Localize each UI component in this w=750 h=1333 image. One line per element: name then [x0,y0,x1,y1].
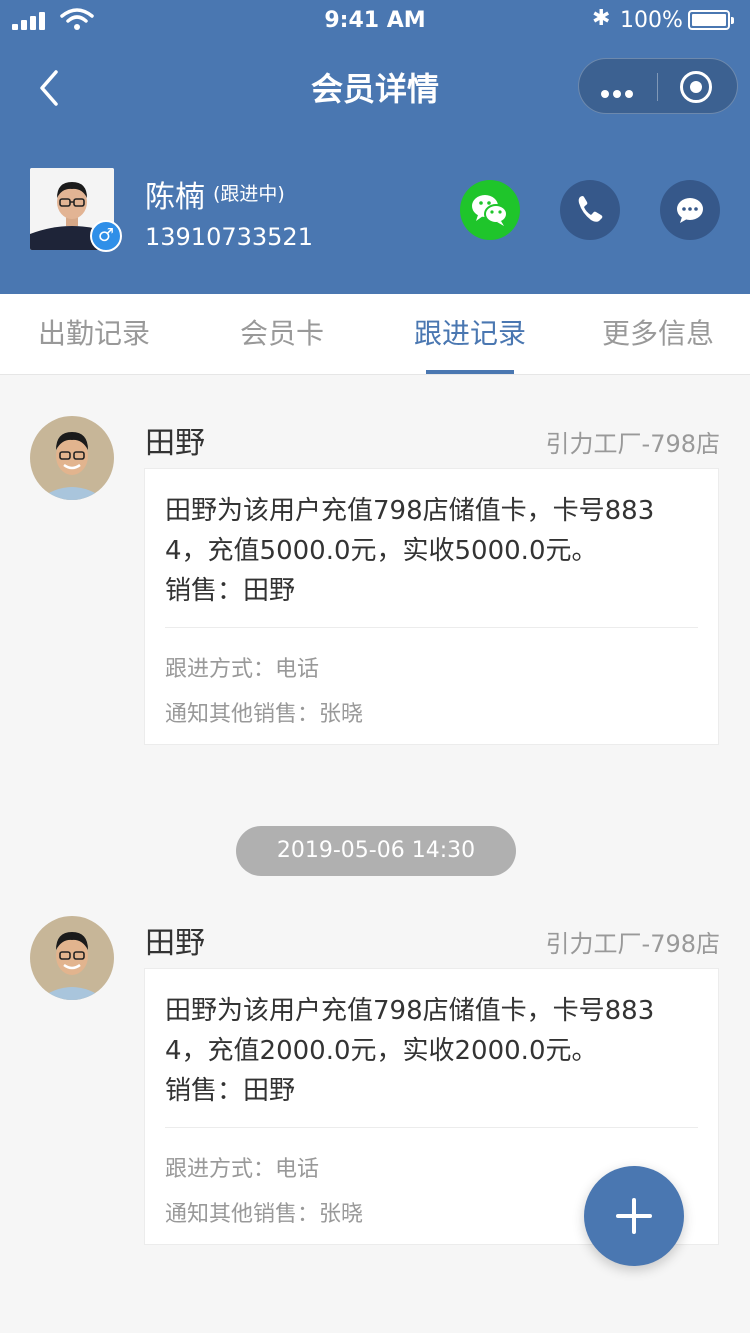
tab-attendance[interactable]: 出勤记录 [0,294,188,374]
tab-bar: 出勤记录 会员卡 跟进记录 更多信息 [0,294,750,375]
wechat-icon [472,195,508,226]
member-phone: 13910733521 [145,223,313,251]
bluetooth-icon: ✱ [592,6,611,31]
record-store: 引力工厂-798店 [545,930,720,958]
record-notify: 通知其他销售：张晓 [165,702,364,727]
message-icon [677,198,703,223]
member-name: 陈楠 [145,180,205,215]
male-icon: ♂ [90,220,122,252]
capsule-divider [657,73,658,101]
record-method: 跟进方式：电话 [165,657,320,682]
record-method: 跟进方式：电话 [165,1157,320,1182]
mini-program-capsule [578,58,738,114]
target-icon[interactable] [680,71,712,103]
record-store: 引力工厂-798店 [545,430,720,458]
card-divider [165,627,698,628]
avatar [30,416,114,500]
add-record-button[interactable] [584,1166,684,1266]
record-content-line: 销售：田野 [165,576,296,606]
battery-percent: 100% [620,8,683,33]
status-bar: 9:41 AM ✱ 100% [0,0,750,40]
more-dots-icon[interactable] [601,83,637,102]
message-button[interactable] [660,180,720,240]
battery-icon [688,10,734,30]
record-card: 田野为该用户充值798店储值卡，卡号883 4，充值5000.0元，实收5000… [144,468,719,745]
record-content-line: 田野为该用户充值798店储值卡，卡号883 [165,996,655,1026]
record-content: 田野为该用户充值798店储值卡，卡号883 4，充值2000.0元，实收2000… [165,991,695,1111]
tab-indicator [426,370,514,374]
card-divider [165,1127,698,1128]
phone-button[interactable] [560,180,620,240]
record-author: 田野 [145,926,205,961]
record-content-line: 田野为该用户充值798店储值卡，卡号883 [165,496,655,526]
date-separator: 2019-05-06 14:30 [236,826,516,876]
record-author: 田野 [145,426,205,461]
record-notify: 通知其他销售：张晓 [165,1202,364,1227]
record-content-line: 销售：田野 [165,1076,296,1106]
wechat-button[interactable] [460,180,520,240]
member-status: (跟进中) [213,183,285,205]
record-content: 田野为该用户充值798店储值卡，卡号883 4，充值5000.0元，实收5000… [165,491,695,611]
record-content-line: 4，充值5000.0元，实收5000.0元。 [165,536,598,566]
header: 9:41 AM ✱ 100% 会员详情 ♂ 陈楠 (跟进中) 139107335… [0,0,750,294]
record-content-line: 4，充值2000.0元，实收2000.0元。 [165,1036,598,1066]
tab-follow-up[interactable]: 跟进记录 [376,294,564,374]
tab-more-info[interactable]: 更多信息 [564,294,750,374]
avatar [30,916,114,1000]
phone-icon [578,196,603,222]
tab-member-card[interactable]: 会员卡 [188,294,376,374]
